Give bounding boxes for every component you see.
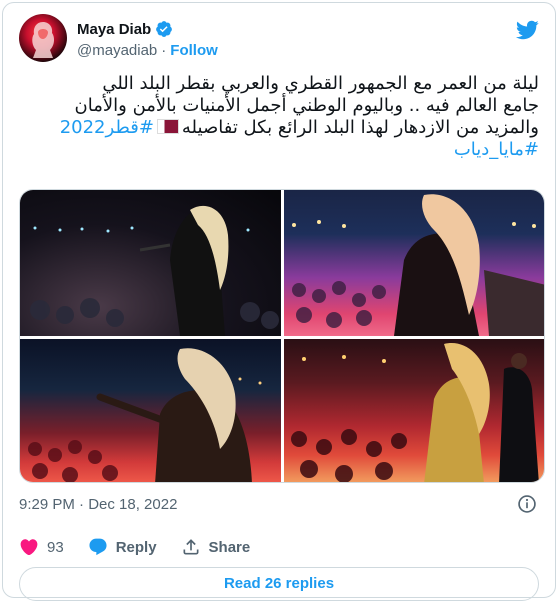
verified-badge-icon [156,21,173,37]
tweet-line-1: ليلة من العمر مع الجمهور القطري والعربي … [102,73,539,94]
media-grid [19,189,545,483]
twitter-bird-icon[interactable] [515,18,539,42]
info-icon[interactable] [517,494,537,514]
avatar[interactable] [19,14,67,62]
separator-dot: · [161,42,167,59]
share-label: Share [208,538,251,556]
tweet-line-4: #مايا_دياب [19,139,539,161]
reply-label: Reply [115,538,157,556]
hashtag-maya-diab[interactable]: #مايا_دياب [454,139,539,160]
concert-photo-2[interactable] [284,190,544,336]
like-count: 93 [47,538,64,556]
tweet-line-3-text: والمزيد من الازدهار لهذا البلد الرائع بك… [181,117,539,138]
qatar-flag-icon [156,119,179,134]
concert-photo-4[interactable] [284,339,544,482]
tweet-text: ليلة من العمر مع الجمهور القطري والعربي … [19,73,539,161]
concert-photo-1[interactable] [20,190,281,336]
tweet-line-3: والمزيد من الازدهار لهذا البلد الرائع بك… [19,117,539,139]
follow-button[interactable]: Follow [170,42,218,59]
author-handle[interactable]: @mayadiab [77,42,157,59]
tweet-line-2: جامع العالم فيه .. وباليوم الوطني أجمل ا… [74,95,539,116]
share-upload-icon [183,539,199,555]
share-button[interactable]: Share [181,537,251,557]
tweet-timestamp[interactable]: 9:29 PM · Dec 18, 2022 [19,496,177,513]
heart-icon [20,539,38,556]
like-button[interactable]: 93 [19,537,64,557]
tweet-header: Maya Diab @mayadiab · Follow [19,14,541,64]
author-name[interactable]: Maya Diab [77,21,151,38]
reply-bubble-icon [89,538,107,556]
tweet-card: Maya Diab @mayadiab · Follow ليلة من الع… [2,2,556,601]
avatar-silhouette-icon [32,22,55,58]
reply-button[interactable]: Reply [88,537,157,557]
concert-photo-3[interactable] [20,339,281,482]
read-replies-button[interactable]: Read 26 replies [19,567,539,601]
tweet-actions: 93 Reply Share [19,535,274,559]
hashtag-qatar2022[interactable]: #قطر2022 [60,117,154,138]
